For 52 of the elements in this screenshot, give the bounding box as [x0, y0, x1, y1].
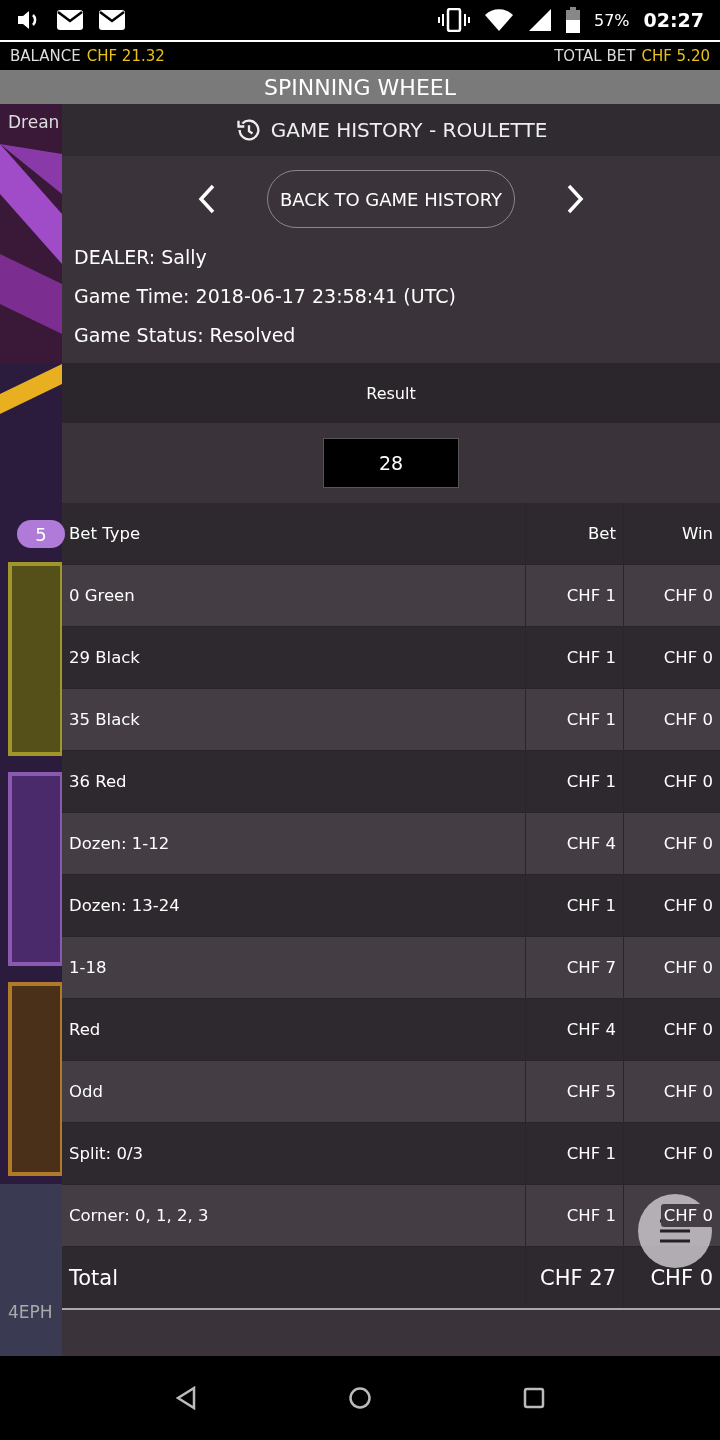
total-bet: CHF 27	[525, 1247, 623, 1308]
column-header: Bet	[525, 503, 623, 564]
game-title: SPINNING WHEEL	[0, 70, 720, 104]
table-cell-text: Corner: 0, 1, 2, 3	[68, 1205, 210, 1227]
battery-icon	[565, 7, 580, 33]
wifi-icon	[483, 8, 514, 32]
balance-value: CHF 21.32	[86, 47, 165, 65]
table-cell-text: Dozen: 1-12	[68, 833, 171, 855]
table-cell: CHF 1	[525, 875, 623, 936]
game-detail: Game Status: Resolved	[73, 323, 297, 348]
table-cell-text: Red	[68, 1019, 102, 1041]
result-header: Result	[62, 363, 720, 423]
column-header: Bet Type	[68, 523, 142, 545]
table-cell: CHF 1	[525, 1185, 623, 1246]
total-bet-label: TOTAL BET	[554, 47, 636, 65]
clock: 02:27	[643, 9, 704, 31]
home-icon[interactable]	[348, 1386, 372, 1410]
table-cell-text: Split: 0/3	[68, 1143, 144, 1165]
table-cell: CHF 7	[525, 937, 623, 998]
table-cell: CHF 4	[525, 999, 623, 1060]
background-label: Drean	[8, 112, 60, 132]
recents-icon[interactable]	[522, 1387, 545, 1409]
total-label: Total	[68, 1264, 120, 1292]
count-badge: 5	[17, 520, 65, 548]
table-cell-text: 1-18	[68, 957, 108, 979]
table-cell-text: 29 Black	[68, 647, 141, 669]
table-cell: CHF 1	[525, 565, 623, 626]
game-detail: Game Time: 2018-06-17 23:58:41 (UTC)	[73, 284, 457, 309]
balance-label: BALANCE	[10, 47, 81, 65]
back-icon[interactable]	[175, 1386, 198, 1410]
background-footer: 4EPH	[8, 1302, 53, 1322]
table-cell: CHF 1	[525, 1123, 623, 1184]
battery-percent: 57%	[593, 10, 630, 30]
table-cell: CHF 4	[525, 813, 623, 874]
table-cell-text: Odd	[68, 1081, 104, 1103]
column-header: Win	[623, 503, 720, 564]
table-cell: CHF 1	[525, 689, 623, 750]
table-cell-text: Dozen: 13-24	[68, 895, 181, 917]
table-cell-text: 36 Red	[68, 771, 128, 793]
table-cell-text: 0 Green	[68, 585, 136, 607]
table-cell: CHF 1	[525, 751, 623, 812]
signal-icon	[527, 8, 552, 32]
history-title: GAME HISTORY - ROULETTE	[270, 118, 548, 142]
mail-icon	[56, 9, 84, 31]
table-cell-text: 35 Black	[68, 709, 141, 731]
vibrate-icon	[437, 8, 470, 32]
game-detail: DEALER: Sally	[73, 245, 208, 270]
result-number: 28	[323, 438, 459, 488]
table-cell: CHF 1	[525, 627, 623, 688]
mail-icon	[98, 9, 126, 31]
total-bet-value: CHF 5.20	[641, 47, 710, 65]
table-cell: CHF 5	[525, 1061, 623, 1122]
